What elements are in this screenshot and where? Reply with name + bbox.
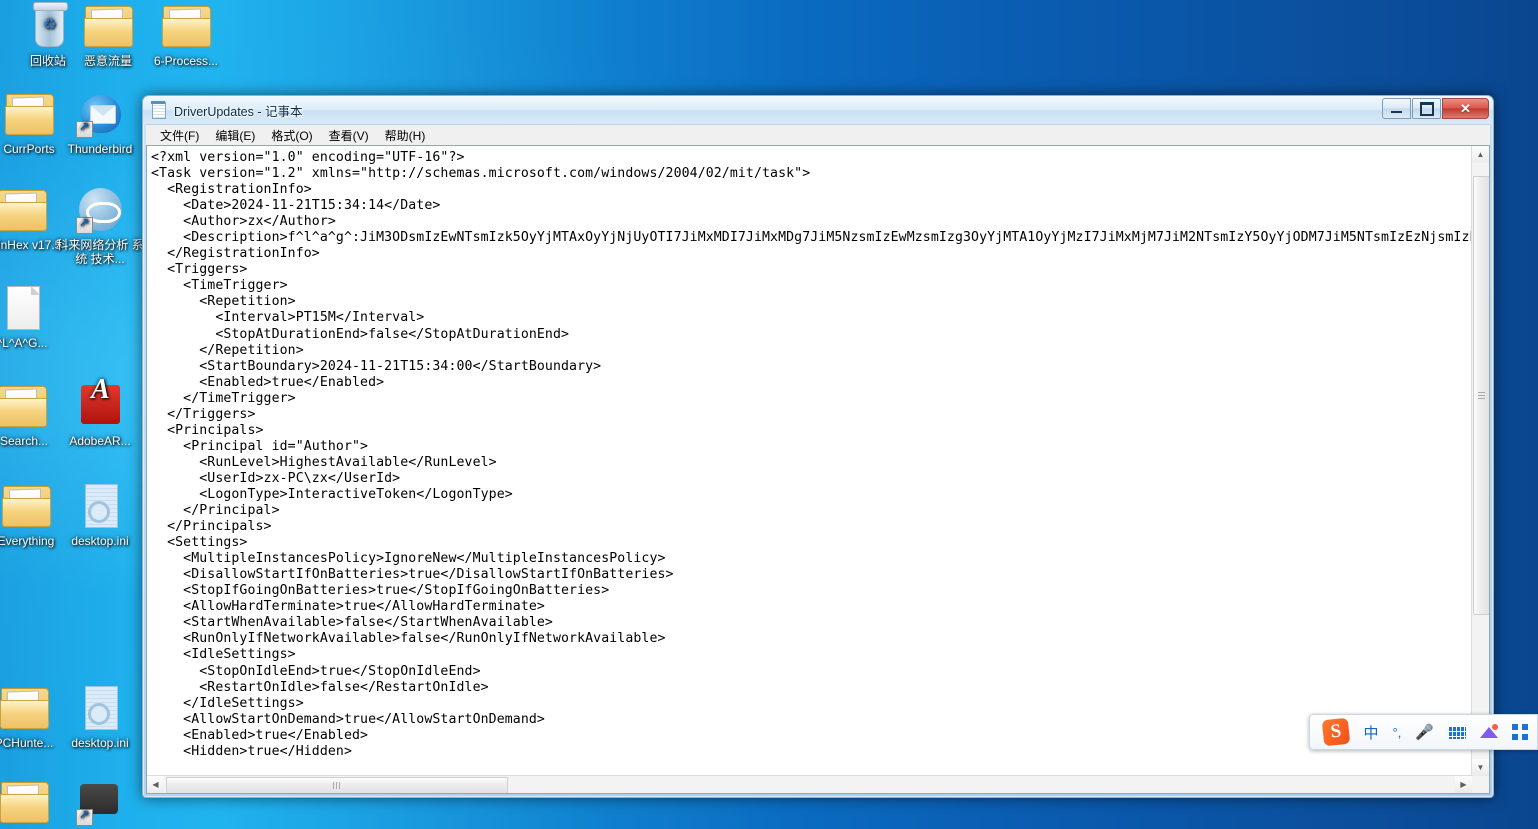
desktop-icon-label: desktop.ini: [71, 534, 129, 548]
menu-edit[interactable]: 编辑(E): [207, 125, 263, 146]
shortcut-arrow-icon: [76, 119, 93, 138]
desktop-icon-remote-tool[interactable]: [52, 778, 148, 829]
scroll-down-arrow[interactable]: ▼: [1472, 759, 1489, 776]
vertical-scrollbar[interactable]: ▲ ▼: [1471, 146, 1489, 776]
maximize-button[interactable]: [1412, 98, 1441, 119]
folder-icon: [0, 778, 49, 826]
shortcut-arrow-icon: [76, 807, 93, 826]
desktop-icon-thunderbird[interactable]: Thunderbird: [52, 90, 148, 156]
scroll-right-arrow[interactable]: ▶: [1455, 776, 1472, 793]
sogou-logo-glyph: S: [1322, 717, 1351, 747]
menu-bar[interactable]: 文件(F) 编辑(E) 格式(O) 查看(V) 帮助(H): [146, 124, 1490, 146]
adobe-icon: A: [76, 376, 124, 430]
desktop-icon-desktop-ini-1[interactable]: desktop.ini: [52, 482, 148, 548]
eye-icon: [76, 186, 124, 234]
menu-file[interactable]: 文件(F): [152, 125, 207, 146]
folder-icon: [2, 482, 51, 530]
desktop-icon-label: 6-Process...: [153, 54, 219, 68]
microphone-icon[interactable]: 🎤: [1415, 723, 1434, 741]
scrollbar-corner: [1472, 776, 1489, 793]
ime-punctuation-toggle[interactable]: °,: [1393, 725, 1402, 740]
horizontal-scrollbar[interactable]: ◀ ▶: [147, 775, 1472, 793]
folder-icon: [5, 90, 54, 138]
doc-icon: [0, 284, 46, 332]
desktop-icon-lag-file[interactable]: ^L^A^G...: [0, 284, 70, 350]
close-button[interactable]: ✕: [1442, 98, 1489, 119]
menu-help[interactable]: 帮助(H): [377, 125, 434, 146]
folder-icon: [162, 2, 211, 50]
desktop-icon-label: 科来网络分析 系统 技术...: [56, 238, 144, 266]
notepad-icon: [151, 101, 167, 119]
scroll-left-arrow[interactable]: ◀: [147, 776, 164, 793]
folder-icon: [0, 186, 47, 234]
editor-client-area[interactable]: <?xml version="1.0" encoding="UTF-16"?> …: [146, 145, 1490, 794]
desktop-icon-adobe-reader[interactable]: A AdobeAR...: [52, 376, 148, 449]
horizontal-scroll-thumb[interactable]: [166, 777, 508, 793]
text-editor[interactable]: <?xml version="1.0" encoding="UTF-16"?> …: [147, 146, 1472, 776]
menu-format[interactable]: 格式(O): [263, 125, 320, 146]
desktop-icon-6-process[interactable]: 6-Process...: [138, 2, 234, 68]
folder-icon: [0, 684, 49, 732]
monitor-icon: [76, 778, 124, 826]
maximize-icon: [1419, 101, 1434, 116]
scroll-grip-icon: [333, 782, 341, 789]
sogou-ime-toolbar[interactable]: S 中 °, 🎤: [1309, 714, 1538, 750]
scroll-grip-icon: [1478, 391, 1485, 400]
desktop-icon-label: Thunderbird: [67, 142, 133, 156]
notepad-window[interactable]: DriverUpdates - 记事本 ✕ 文件(F) 编辑(E) 格式(O) …: [142, 95, 1494, 798]
desktop-icon-colasoft[interactable]: 科来网络分析 系统 技术...: [52, 186, 148, 266]
folder-icon: [0, 382, 47, 430]
keyboard-icon[interactable]: [1448, 725, 1466, 739]
desktop-icon-label: desktop.ini: [71, 736, 129, 750]
toolbox-icon[interactable]: [1480, 724, 1498, 740]
ime-language-mode[interactable]: 中: [1363, 722, 1378, 743]
desktop-icon-label: AdobeAR...: [69, 434, 131, 448]
shortcut-arrow-icon: [76, 215, 93, 234]
scroll-up-arrow[interactable]: ▲: [1472, 146, 1489, 163]
minimize-icon: [1391, 111, 1402, 113]
window-controls[interactable]: ✕: [1381, 98, 1489, 119]
ini-icon: [76, 684, 124, 732]
ini-icon: [76, 482, 124, 530]
folder-icon: [84, 2, 133, 50]
thunderbird-icon: [76, 90, 124, 138]
window-titlebar[interactable]: DriverUpdates - 记事本 ✕: [143, 96, 1493, 124]
minimize-button[interactable]: [1382, 98, 1411, 119]
sogou-logo-icon[interactable]: S: [1322, 717, 1351, 747]
grid-menu-icon[interactable]: [1512, 724, 1528, 740]
menu-view[interactable]: 查看(V): [321, 125, 377, 146]
desktop-icon-desktop-ini-2[interactable]: desktop.ini: [52, 684, 148, 750]
window-title: DriverUpdates - 记事本: [174, 104, 303, 119]
desktop: ♻回收站恶意流量6-Process...CurrPortsThunderbird…: [0, 0, 1538, 829]
desktop-icon-label: ^L^A^G...: [0, 336, 48, 350]
vertical-scroll-thumb[interactable]: [1473, 176, 1489, 615]
xml-text-content[interactable]: <?xml version="1.0" encoding="UTF-16"?> …: [147, 146, 1472, 760]
